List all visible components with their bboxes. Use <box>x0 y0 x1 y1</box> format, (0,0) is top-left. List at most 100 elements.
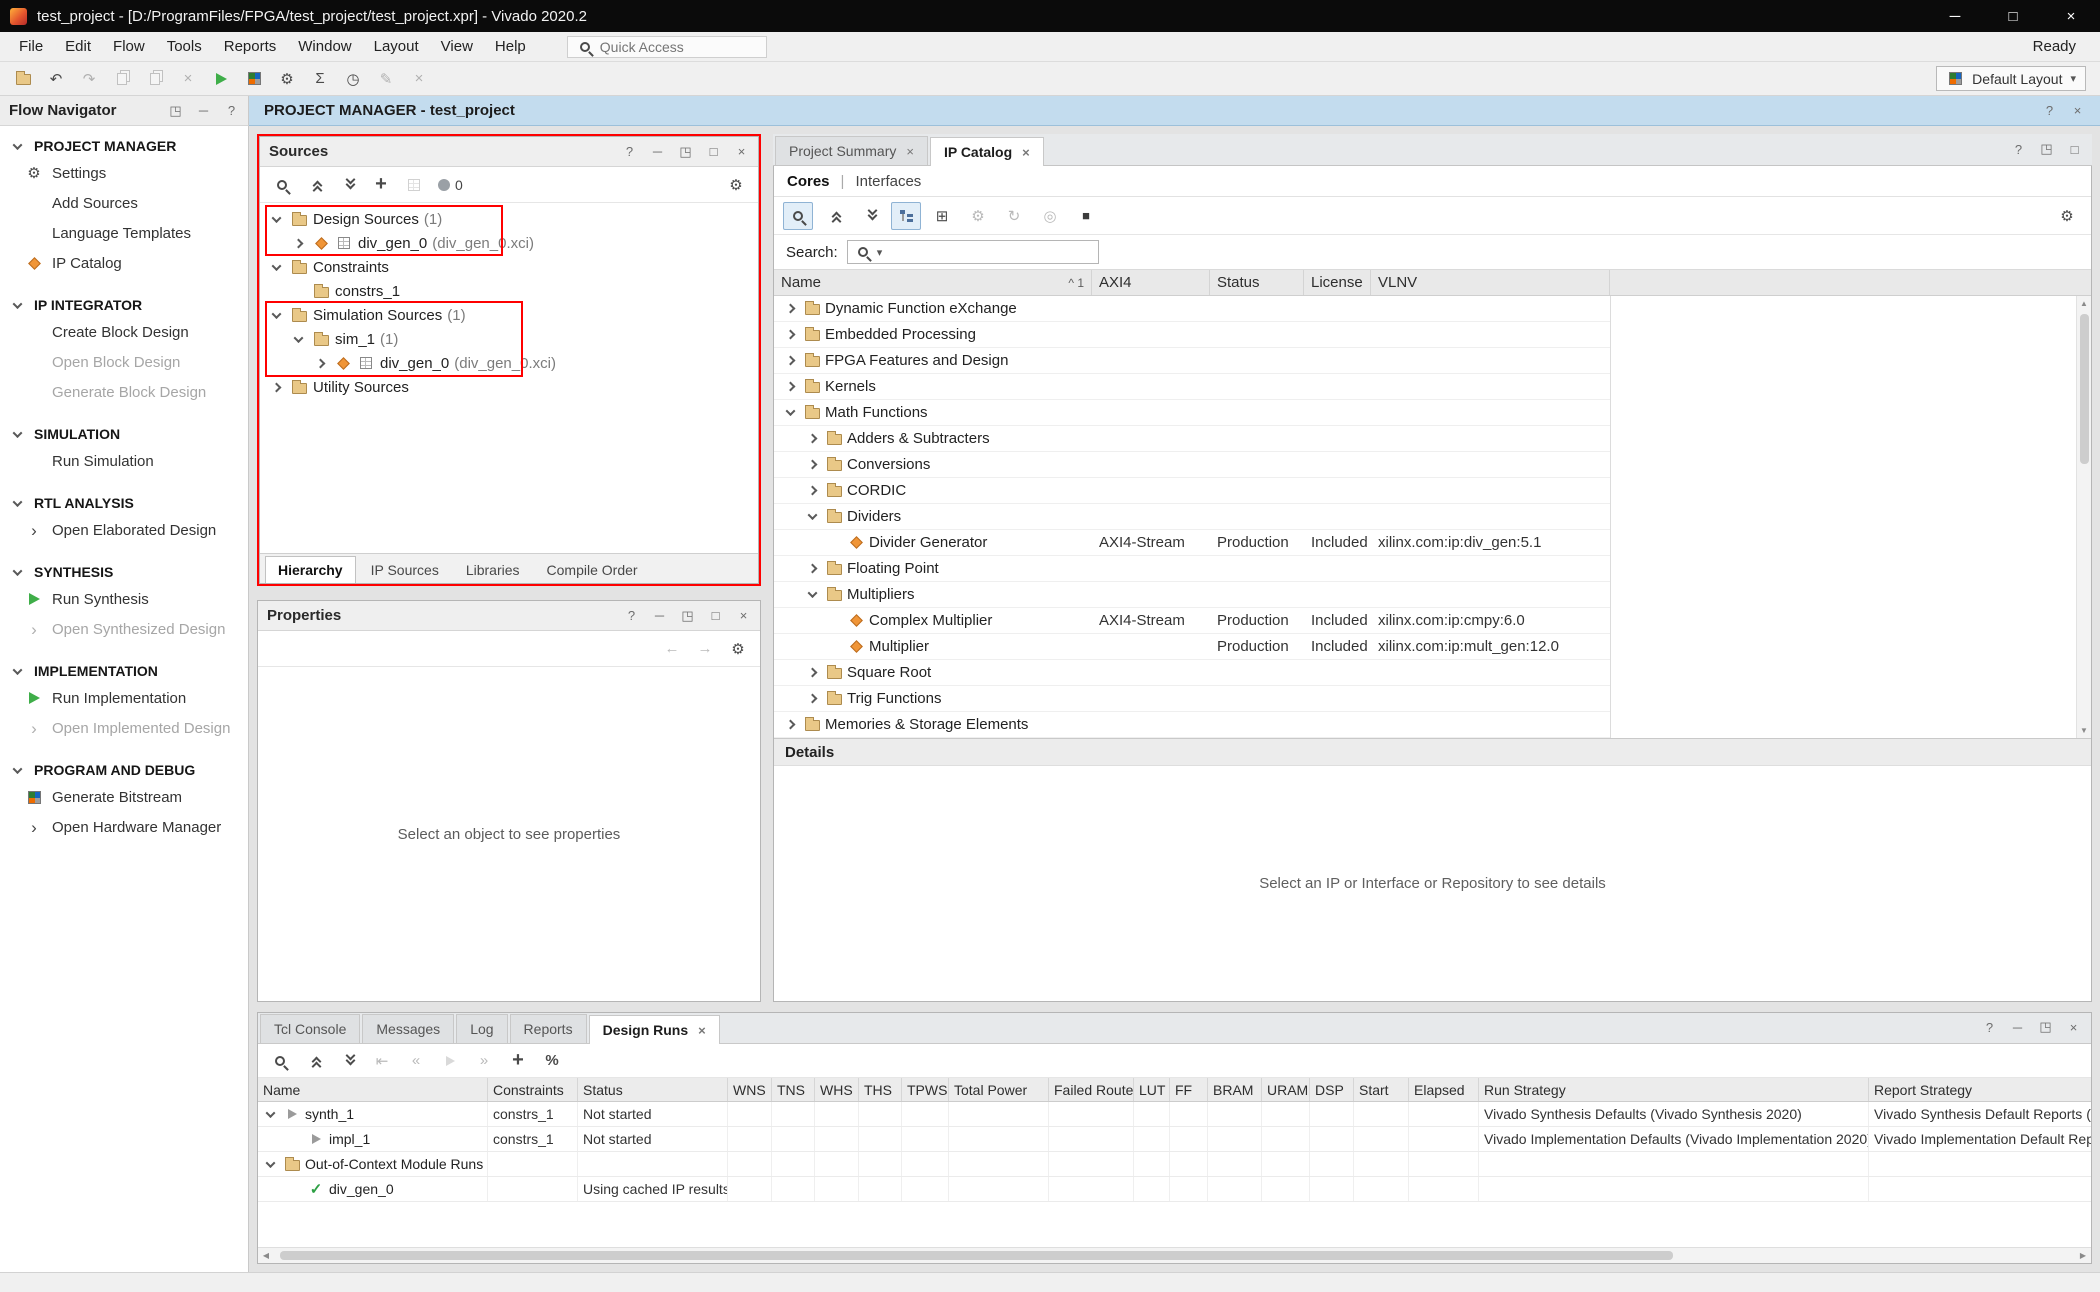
runs-column-tns[interactable]: TNS <box>772 1078 815 1101</box>
fn-item-language-templates[interactable]: Language Templates <box>0 218 248 248</box>
twistie-collapsed-icon[interactable] <box>804 487 821 494</box>
menu-tools[interactable]: Tools <box>156 34 213 59</box>
open-button[interactable] <box>8 65 38 93</box>
ip-row-complex-multiplier[interactable]: Complex MultiplierAXI4-StreamProductionI… <box>774 608 1610 634</box>
ip-row-multipliers[interactable]: Multipliers <box>774 582 1610 608</box>
source-item-design-sources[interactable]: Design Sources(1) <box>260 207 758 231</box>
minimize-icon[interactable]: ─ <box>652 608 667 623</box>
ip-row-square-root[interactable]: Square Root <box>774 660 1610 686</box>
twistie-expanded-icon[interactable] <box>262 1161 279 1168</box>
maximize-icon[interactable]: □ <box>2067 142 2082 157</box>
scrollbar-thumb[interactable] <box>280 1251 1673 1260</box>
run-row-out-of-context-module-runs[interactable]: Out-of-Context Module Runs <box>258 1152 2091 1177</box>
gear-button[interactable]: ⚙ <box>723 635 753 663</box>
source-item-simulation-sources[interactable]: Simulation Sources(1) <box>260 303 758 327</box>
undo-button[interactable]: ↶ <box>41 65 71 93</box>
step-back-button[interactable]: « <box>401 1047 431 1075</box>
ip-column-license[interactable]: License <box>1304 270 1371 295</box>
ip-subtab-interfaces[interactable]: Interfaces <box>855 173 921 190</box>
fn-section-program-and-debug[interactable]: PROGRAM AND DEBUG <box>0 758 248 782</box>
sources-tab-hierarchy[interactable]: Hierarchy <box>265 556 356 583</box>
run-row-div-gen-0[interactable]: ✓div_gen_0Using cached IP results <box>258 1177 2091 1202</box>
fn-item-run-synthesis[interactable]: Run Synthesis <box>0 584 248 614</box>
ip-row-conversions[interactable]: Conversions <box>774 452 1610 478</box>
runs-column-name[interactable]: Name <box>258 1078 488 1101</box>
runs-column-lut[interactable]: LUT <box>1134 1078 1170 1101</box>
fn-section-ip-integrator[interactable]: IP INTEGRATOR <box>0 293 248 317</box>
close-tab-icon[interactable]: × <box>698 1023 706 1038</box>
redo-button[interactable]: ↷ <box>74 65 104 93</box>
target-button[interactable]: ◎ <box>1035 202 1065 230</box>
runs-column-whs[interactable]: WHS <box>815 1078 859 1101</box>
twistie-expanded-icon[interactable] <box>268 312 285 319</box>
help-icon[interactable]: ? <box>624 608 639 623</box>
minimize-icon[interactable]: ─ <box>650 144 665 159</box>
gear-button[interactable]: ⚙ <box>2052 202 2082 230</box>
search-button[interactable] <box>265 1047 295 1075</box>
twistie-collapsed-icon[interactable] <box>782 357 799 364</box>
gear-button[interactable]: ⚙ <box>721 171 751 199</box>
runs-column-tpws[interactable]: TPWS <box>902 1078 949 1101</box>
ip-row-kernels[interactable]: Kernels <box>774 374 1610 400</box>
float-icon[interactable]: ◳ <box>680 608 695 624</box>
runs-column-uram[interactable]: URAM <box>1262 1078 1310 1101</box>
twistie-collapsed-icon[interactable] <box>804 669 821 676</box>
twistie-collapsed-icon[interactable] <box>782 383 799 390</box>
runs-column-run-strategy[interactable]: Run Strategy <box>1479 1078 1869 1101</box>
runs-column-constraints[interactable]: Constraints <box>488 1078 578 1101</box>
ip-subtab-cores[interactable]: Cores <box>787 173 830 190</box>
ip-row-floating-point[interactable]: Floating Point <box>774 556 1610 582</box>
horizontal-scrollbar[interactable]: ◀ ▶ <box>258 1247 2091 1263</box>
minimize-icon[interactable]: ─ <box>196 103 211 118</box>
report-button[interactable]: Σ <box>305 65 335 93</box>
search-button[interactable] <box>783 202 813 230</box>
help-icon[interactable]: ? <box>224 103 239 118</box>
ip-row-math-functions[interactable]: Math Functions <box>774 400 1610 426</box>
runs-column-bram[interactable]: BRAM <box>1208 1078 1262 1101</box>
window-maximize-button[interactable]: □ <box>1984 0 2042 32</box>
search-button[interactable] <box>267 171 297 199</box>
collapse-all-button[interactable] <box>819 202 849 230</box>
fn-item-open-elaborated-design[interactable]: ›Open Elaborated Design <box>0 515 248 545</box>
bottom-tab-design-runs[interactable]: Design Runs× <box>589 1015 720 1044</box>
properties-doc-button[interactable] <box>399 171 429 199</box>
runs-column-failed-routes[interactable]: Failed Routes <box>1049 1078 1134 1101</box>
window-close-button[interactable]: × <box>2042 0 2100 32</box>
close-tab-icon[interactable]: × <box>906 144 914 159</box>
quick-access-search[interactable] <box>567 36 767 58</box>
close-tab-icon[interactable]: × <box>1022 145 1030 160</box>
menu-window[interactable]: Window <box>287 34 362 59</box>
source-item-utility-sources[interactable]: Utility Sources <box>260 375 758 399</box>
float-icon[interactable]: ◳ <box>168 103 183 119</box>
ip-row-embedded-processing[interactable]: Embedded Processing <box>774 322 1610 348</box>
group-button[interactable]: ⊞ <box>927 202 957 230</box>
minimize-icon[interactable]: ─ <box>2010 1020 2025 1035</box>
runs-column-total-power[interactable]: Total Power <box>949 1078 1049 1101</box>
runs-column-ths[interactable]: THS <box>859 1078 902 1101</box>
editor-tab-project-summary[interactable]: Project Summary× <box>775 136 928 165</box>
bottom-tab-log[interactable]: Log <box>456 1014 507 1043</box>
help-icon[interactable]: ? <box>2042 103 2057 118</box>
copy-button[interactable] <box>107 65 137 93</box>
runs-column-dsp[interactable]: DSP <box>1310 1078 1354 1101</box>
collapse-all-button[interactable] <box>299 1047 329 1075</box>
play-outline-button[interactable] <box>435 1047 465 1075</box>
fn-section-implementation[interactable]: IMPLEMENTATION <box>0 659 248 683</box>
maximize-icon[interactable]: □ <box>706 144 721 159</box>
ip-row-dynamic-function-exchange[interactable]: Dynamic Function eXchange <box>774 296 1610 322</box>
bottom-tab-tcl-console[interactable]: Tcl Console <box>260 1014 360 1043</box>
scroll-left-icon[interactable]: ◀ <box>258 1251 274 1260</box>
add-button[interactable]: + <box>503 1047 533 1075</box>
twistie-expanded-icon[interactable] <box>804 591 821 598</box>
layout-selector[interactable]: Default Layout ▾ <box>1936 66 2086 91</box>
fn-item-settings[interactable]: ⚙Settings <box>0 158 248 188</box>
close-icon[interactable]: × <box>734 144 749 159</box>
ip-row-trig-functions[interactable]: Trig Functions <box>774 686 1610 712</box>
source-item-constrs-1[interactable]: constrs_1 <box>260 279 758 303</box>
runs-column-start[interactable]: Start <box>1354 1078 1409 1101</box>
fn-item-create-block-design[interactable]: Create Block Design <box>0 317 248 347</box>
percent-button[interactable]: % <box>537 1047 567 1075</box>
forward-button[interactable]: → <box>690 635 720 663</box>
fn-item-run-implementation[interactable]: Run Implementation <box>0 683 248 713</box>
delete-button[interactable]: × <box>173 65 203 93</box>
